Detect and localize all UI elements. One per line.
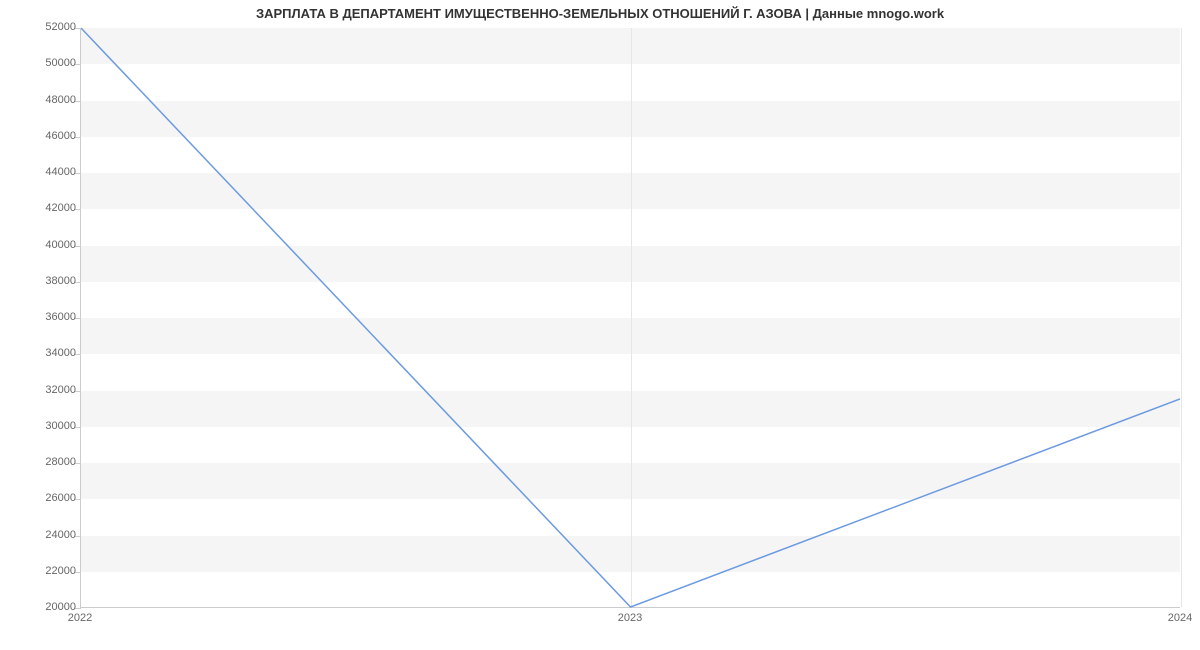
y-tick-label: 26000	[6, 492, 76, 504]
plot-area	[80, 28, 1180, 608]
y-tick-label: 38000	[6, 275, 76, 287]
y-tick-label: 50000	[6, 57, 76, 69]
y-tick-label: 36000	[6, 311, 76, 323]
y-tick-label: 44000	[6, 166, 76, 178]
line-series	[81, 28, 1180, 607]
y-tick-label: 32000	[6, 384, 76, 396]
y-tick-label: 30000	[6, 420, 76, 432]
y-tick-label: 52000	[6, 21, 76, 33]
y-tick-label: 24000	[6, 529, 76, 541]
x-gridline	[1181, 28, 1182, 607]
chart-container: ЗАРПЛАТА В ДЕПАРТАМЕНТ ИМУЩЕСТВЕННО-ЗЕМЕ…	[0, 0, 1200, 650]
y-tick-label: 28000	[6, 456, 76, 468]
y-tick-label: 34000	[6, 347, 76, 359]
y-tick-label: 46000	[6, 130, 76, 142]
y-tick-label: 22000	[6, 565, 76, 577]
series-line	[81, 28, 1180, 607]
y-tick-label: 40000	[6, 239, 76, 251]
y-tick-label: 48000	[6, 94, 76, 106]
x-tick-label: 2023	[600, 612, 660, 624]
y-tick-label: 42000	[6, 202, 76, 214]
chart-title: ЗАРПЛАТА В ДЕПАРТАМЕНТ ИМУЩЕСТВЕННО-ЗЕМЕ…	[0, 6, 1200, 21]
x-tick-label: 2024	[1150, 612, 1200, 624]
x-tick-label: 2022	[50, 612, 110, 624]
